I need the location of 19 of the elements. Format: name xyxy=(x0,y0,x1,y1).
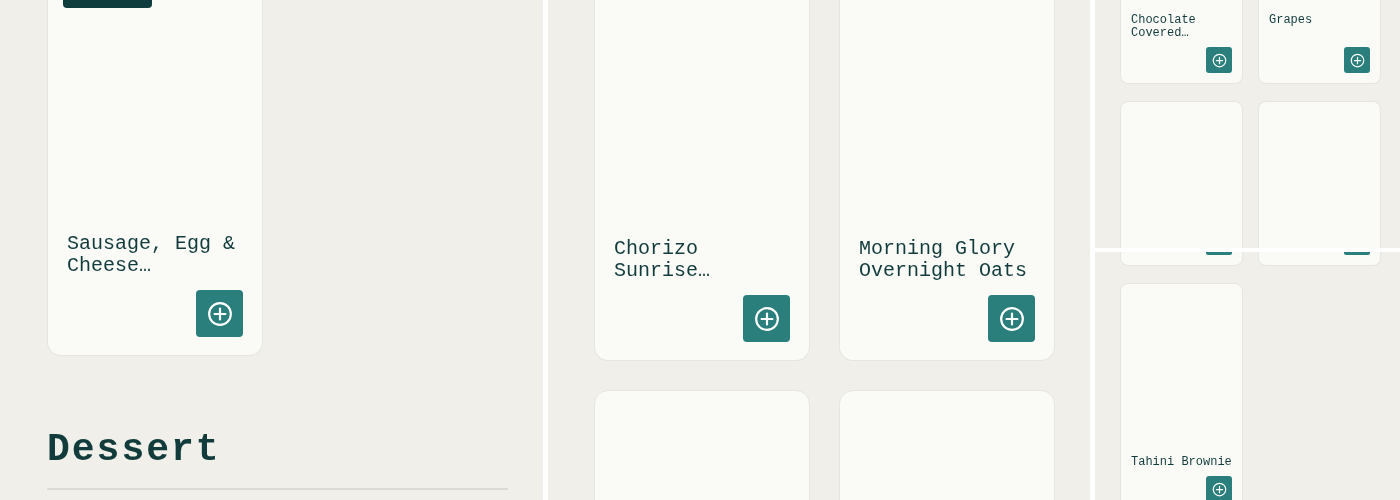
plus-circle-icon xyxy=(1211,481,1227,497)
plus-circle-icon xyxy=(1349,52,1365,68)
plus-circle-icon xyxy=(753,305,780,332)
product-title: Chorizo Sunrise… xyxy=(614,238,711,282)
plus-circle-icon xyxy=(206,300,233,327)
plus-circle-icon xyxy=(1211,52,1227,68)
add-button[interactable] xyxy=(1206,476,1232,500)
add-button[interactable] xyxy=(196,290,243,337)
product-title: Tahini Brownie xyxy=(1131,456,1232,469)
add-button[interactable] xyxy=(1344,47,1370,73)
section-heading: Dessert xyxy=(47,428,222,472)
plus-circle-icon xyxy=(998,305,1025,332)
add-button[interactable] xyxy=(743,295,790,342)
product-title: Grapes xyxy=(1269,14,1314,29)
add-button[interactable] xyxy=(1206,47,1232,73)
product-title: Chocolate Covered… xyxy=(1131,14,1197,42)
product-title: Sausage, Egg & Cheese… xyxy=(67,233,237,277)
add-button[interactable] xyxy=(988,295,1035,342)
product-title: Morning Glory Overnight Oats xyxy=(859,238,1029,282)
